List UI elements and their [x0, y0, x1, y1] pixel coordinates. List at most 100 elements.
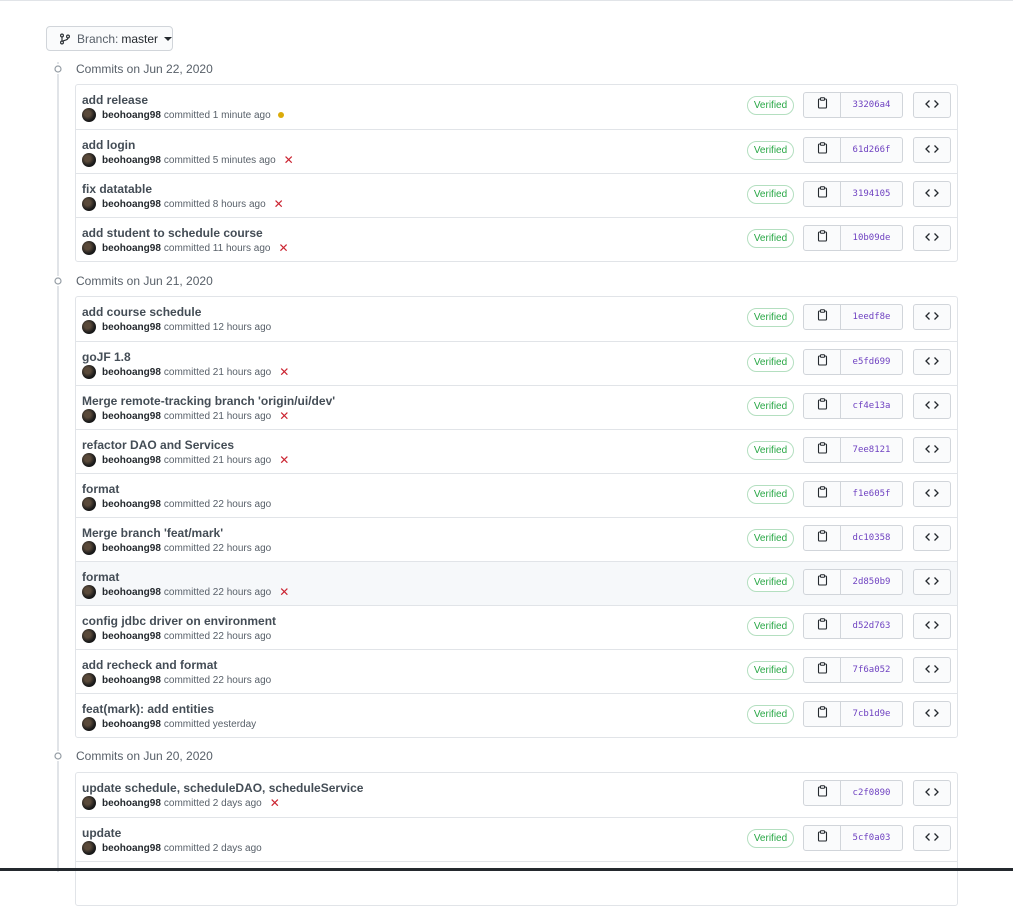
browse-files-button[interactable] — [913, 525, 951, 551]
verified-badge[interactable]: Verified — [747, 617, 794, 636]
avatar[interactable] — [82, 717, 96, 731]
commit-sha-link[interactable]: f1e605f — [841, 482, 902, 506]
commit-sha-link[interactable]: 7cb1d9e — [841, 702, 902, 726]
avatar[interactable] — [82, 841, 96, 855]
browse-files-button[interactable] — [913, 437, 951, 463]
verified-badge[interactable]: Verified — [747, 661, 794, 680]
commit-sha-link[interactable]: e5fd699 — [841, 350, 902, 374]
copy-sha-button[interactable] — [804, 182, 841, 206]
browse-files-button[interactable] — [913, 137, 951, 163]
commit-sha-link[interactable]: 7f6a052 — [841, 658, 902, 682]
commit-sha-link[interactable]: 10b09de — [841, 226, 902, 250]
copy-sha-button[interactable] — [804, 526, 841, 550]
commit-author-link[interactable]: beohoang98 — [102, 719, 161, 730]
status-failure-icon[interactable]: ✕ — [279, 454, 289, 466]
verified-badge[interactable]: Verified — [747, 529, 794, 548]
commit-message-link[interactable]: add login — [82, 138, 135, 152]
avatar[interactable] — [82, 673, 96, 687]
avatar[interactable] — [82, 629, 96, 643]
verified-badge[interactable]: Verified — [747, 829, 794, 848]
commit-sha-link[interactable]: c2f0890 — [841, 781, 902, 805]
commit-message-link[interactable]: Merge branch 'feat/mark' — [82, 526, 223, 540]
verified-badge[interactable]: Verified — [747, 353, 794, 372]
commit-sha-link[interactable]: 5cf0a03 — [841, 826, 902, 850]
commit-author-link[interactable]: beohoang98 — [102, 199, 161, 210]
copy-sha-button[interactable] — [804, 350, 841, 374]
copy-sha-button[interactable] — [804, 93, 841, 117]
status-failure-icon[interactable]: ✕ — [284, 154, 294, 166]
browse-files-button[interactable] — [913, 181, 951, 207]
avatar[interactable] — [82, 365, 96, 379]
verified-badge[interactable]: Verified — [747, 441, 794, 460]
browse-files-button[interactable] — [913, 613, 951, 639]
branch-select-button[interactable]: Branch: master — [46, 26, 173, 51]
copy-sha-button[interactable] — [804, 570, 841, 594]
status-failure-icon[interactable]: ✕ — [279, 410, 289, 422]
commit-message-link[interactable]: feat(mark): add entities — [82, 702, 214, 716]
copy-sha-button[interactable] — [804, 305, 841, 329]
commit-sha-link[interactable]: d52d763 — [841, 614, 902, 638]
avatar[interactable] — [82, 153, 96, 167]
browse-files-button[interactable] — [913, 304, 951, 330]
copy-sha-button[interactable] — [804, 614, 841, 638]
avatar[interactable] — [82, 108, 96, 122]
verified-badge[interactable]: Verified — [747, 573, 794, 592]
copy-sha-button[interactable] — [804, 826, 841, 850]
commit-message-link[interactable]: add recheck and format — [82, 658, 217, 672]
browse-files-button[interactable] — [913, 569, 951, 595]
avatar[interactable] — [82, 241, 96, 255]
commit-sha-link[interactable]: 1eedf8e — [841, 305, 902, 329]
commit-author-link[interactable]: beohoang98 — [102, 243, 161, 254]
commit-sha-link[interactable]: 7ee8121 — [841, 438, 902, 462]
commit-message-link[interactable]: fix datatable — [82, 182, 152, 196]
avatar[interactable] — [82, 320, 96, 334]
avatar[interactable] — [82, 585, 96, 599]
browse-files-button[interactable] — [913, 225, 951, 251]
commit-author-link[interactable]: beohoang98 — [102, 587, 161, 598]
commit-message-link[interactable]: refactor DAO and Services — [82, 438, 234, 452]
avatar[interactable] — [82, 453, 96, 467]
browse-files-button[interactable] — [913, 481, 951, 507]
copy-sha-button[interactable] — [804, 702, 841, 726]
commit-message-link[interactable]: add release — [82, 93, 148, 107]
commit-author-link[interactable]: beohoang98 — [102, 110, 161, 121]
commit-sha-link[interactable]: 61d266f — [841, 138, 902, 162]
browse-files-button[interactable] — [913, 657, 951, 683]
status-pending-icon[interactable] — [277, 112, 284, 118]
commit-author-link[interactable]: beohoang98 — [102, 631, 161, 642]
commit-author-link[interactable]: beohoang98 — [102, 367, 161, 378]
avatar[interactable] — [82, 409, 96, 423]
copy-sha-button[interactable] — [804, 226, 841, 250]
copy-sha-button[interactable] — [804, 138, 841, 162]
commit-message-link[interactable]: update — [82, 826, 121, 840]
commit-message-link[interactable]: add student to schedule course — [82, 226, 263, 240]
commit-message-link[interactable]: add course schedule — [82, 305, 201, 319]
commit-message-link[interactable]: format — [82, 570, 119, 584]
copy-sha-button[interactable] — [804, 482, 841, 506]
status-failure-icon[interactable]: ✕ — [279, 586, 289, 598]
browse-files-button[interactable] — [913, 825, 951, 851]
browse-files-button[interactable] — [913, 701, 951, 727]
commit-sha-link[interactable]: 2d850b9 — [841, 570, 902, 594]
commit-author-link[interactable]: beohoang98 — [102, 798, 161, 809]
avatar[interactable] — [82, 541, 96, 555]
commit-sha-link[interactable]: 3194105 — [841, 182, 902, 206]
commit-author-link[interactable]: beohoang98 — [102, 499, 161, 510]
browse-files-button[interactable] — [913, 393, 951, 419]
commit-author-link[interactable]: beohoang98 — [102, 675, 161, 686]
commit-author-link[interactable]: beohoang98 — [102, 322, 161, 333]
verified-badge[interactable]: Verified — [747, 96, 794, 115]
commit-message-link[interactable]: update schedule, scheduleDAO, scheduleSe… — [82, 781, 363, 795]
commit-message-link[interactable]: config jdbc driver on environment — [82, 614, 276, 628]
commit-message-link[interactable]: Merge remote-tracking branch 'origin/ui/… — [82, 394, 335, 408]
copy-sha-button[interactable] — [804, 438, 841, 462]
browse-files-button[interactable] — [913, 92, 951, 118]
copy-sha-button[interactable] — [804, 394, 841, 418]
verified-badge[interactable]: Verified — [747, 485, 794, 504]
avatar[interactable] — [82, 497, 96, 511]
verified-badge[interactable]: Verified — [747, 141, 794, 160]
commit-message-link[interactable]: format — [82, 482, 119, 496]
verified-badge[interactable]: Verified — [747, 185, 794, 204]
browse-files-button[interactable] — [913, 780, 951, 806]
commit-sha-link[interactable]: 33206a4 — [841, 93, 902, 117]
